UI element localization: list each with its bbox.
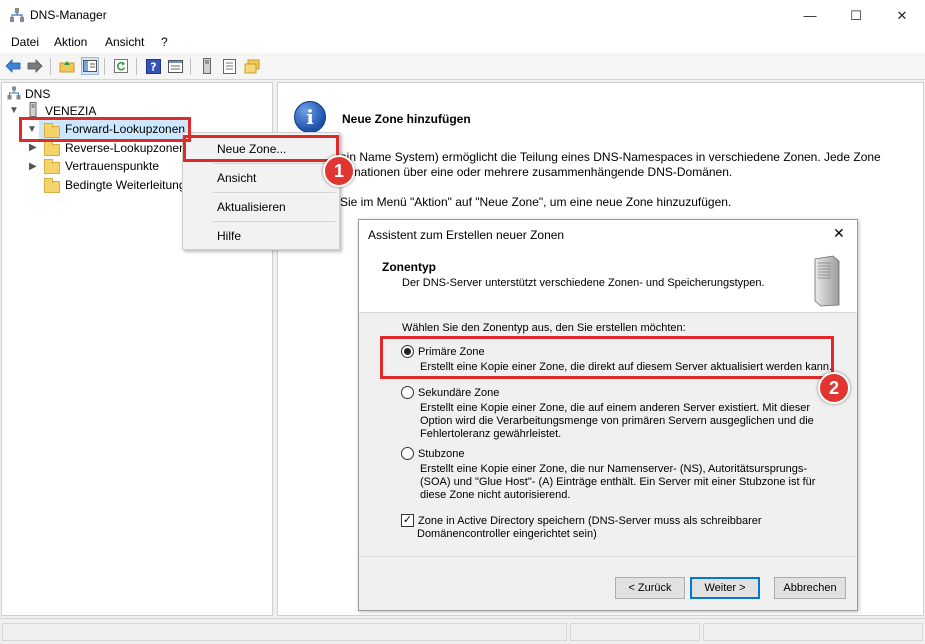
chevron-right-icon[interactable]: ▶ bbox=[29, 161, 37, 172]
description-line: (SOA) und "Glue Host"- (A) Einträge enth… bbox=[420, 476, 816, 488]
info-text-line-2: ormationen über eine oder mehrere zusamm… bbox=[340, 165, 733, 179]
next-button[interactable]: Weiter > bbox=[690, 577, 760, 599]
dns-manager-icon bbox=[10, 8, 24, 22]
svg-text:?: ? bbox=[150, 60, 156, 73]
chevron-right-icon[interactable]: ▶ bbox=[29, 142, 37, 153]
maximize-button[interactable]: ☐ bbox=[833, 0, 879, 31]
wizard-title-bar: Assistent zum Erstellen neuer Zonen ✕ bbox=[359, 220, 857, 249]
checkbox-active-directory[interactable]: ✓ Zone in Active Directory speichern (DN… bbox=[401, 514, 762, 527]
tree-item-vertrauenspunkte[interactable]: Vertrauenspunkte bbox=[65, 159, 159, 173]
wizard-header-subtitle: Der DNS-Server unterstützt verschiedene … bbox=[402, 277, 765, 289]
radio-sekundaere-zone[interactable]: Sekundäre Zone bbox=[401, 386, 499, 399]
checkbox-label-line-2: Domänencontroller eingerichtet sein) bbox=[417, 528, 597, 540]
window-title: DNS-Manager bbox=[30, 8, 107, 22]
step-badge-1: 1 bbox=[323, 155, 355, 187]
status-segment bbox=[570, 623, 700, 641]
dns-root-icon bbox=[7, 86, 21, 100]
menu-item-ansicht[interactable]: Ansicht bbox=[183, 165, 339, 191]
sekundaere-zone-description: Erstellt eine Kopie einer Zone, die auf … bbox=[420, 402, 814, 441]
radio-label-sekundaere-zone: Sekundäre Zone bbox=[418, 386, 500, 399]
refresh-icon[interactable] bbox=[112, 57, 130, 75]
toolbar-separator bbox=[136, 58, 137, 75]
server-icon bbox=[29, 102, 37, 117]
description-line: Option wird die Verarbeitungsmenge von p… bbox=[420, 415, 814, 427]
menu-separator bbox=[213, 192, 335, 193]
description-line: Fehlertoleranz gewährleistet. bbox=[420, 428, 562, 440]
wizard-header: Zonentyp Der DNS-Server unterstützt vers… bbox=[359, 249, 857, 313]
wizard-header-title: Zonentyp bbox=[382, 260, 436, 274]
menu-item-hilfe[interactable]: Hilfe bbox=[183, 223, 339, 249]
folder-icon bbox=[44, 159, 60, 174]
help-icon[interactable]: ? bbox=[144, 57, 162, 75]
tree-item-server[interactable]: VENEZIA bbox=[45, 104, 96, 118]
menu-item-aktualisieren[interactable]: Aktualisieren bbox=[183, 194, 339, 220]
toolbar-separator bbox=[50, 58, 51, 75]
toolbar-separator bbox=[104, 58, 105, 75]
tree-item-reverse-lookupzonen[interactable]: Reverse-Lookupzonen bbox=[65, 141, 186, 155]
highlight-neue-zone bbox=[183, 135, 339, 162]
zone-type-prompt: Wählen Sie den Zonentyp aus, den Sie ers… bbox=[402, 322, 686, 334]
back-button[interactable]: < Zurück bbox=[615, 577, 685, 599]
info-icon: i bbox=[294, 101, 326, 133]
info-heading: Neue Zone hinzufügen bbox=[342, 112, 471, 126]
radio-unselected-icon[interactable] bbox=[401, 447, 414, 460]
wizard-title: Assistent zum Erstellen neuer Zonen bbox=[368, 228, 565, 242]
menu-separator bbox=[213, 163, 335, 164]
status-segment bbox=[2, 623, 567, 641]
radio-stubzone[interactable]: Stubzone bbox=[401, 447, 464, 460]
menu-ansicht[interactable]: Ansicht bbox=[105, 35, 144, 49]
stubzone-description: Erstellt eine Kopie einer Zone, die nur … bbox=[420, 463, 815, 502]
up-folder-icon[interactable] bbox=[58, 57, 76, 75]
menu-help[interactable]: ? bbox=[161, 35, 168, 49]
status-bar bbox=[0, 618, 925, 644]
description-line: Erstellt eine Kopie einer Zone, die auf … bbox=[420, 402, 811, 414]
radio-unselected-icon[interactable] bbox=[401, 386, 414, 399]
new-zone-wizard-dialog: Assistent zum Erstellen neuer Zonen ✕ Zo… bbox=[358, 219, 858, 611]
menu-aktion[interactable]: Aktion bbox=[54, 35, 87, 49]
server-icon[interactable] bbox=[198, 57, 216, 75]
description-line: diese Zone nicht autorisierend. bbox=[420, 489, 571, 501]
title-bar: DNS-Manager — ☐ ✕ bbox=[0, 0, 925, 31]
menu-datei[interactable]: Datei bbox=[11, 35, 39, 49]
minimize-button[interactable]: — bbox=[787, 0, 833, 31]
back-icon[interactable] bbox=[4, 57, 22, 75]
info-text-line-1: ain Name System) ermöglicht die Teilung … bbox=[340, 150, 881, 164]
close-icon: ✕ bbox=[896, 7, 908, 23]
cancel-button[interactable]: Abbrechen bbox=[774, 577, 846, 599]
wizard-footer-divider bbox=[359, 556, 857, 557]
list-icon[interactable] bbox=[220, 57, 238, 75]
wizard-close-icon[interactable]: ✕ bbox=[833, 225, 845, 242]
radio-label-stubzone: Stubzone bbox=[418, 447, 465, 460]
checkbox-checked-icon[interactable]: ✓ bbox=[401, 514, 414, 527]
toolbar: ? bbox=[0, 53, 925, 80]
folder-icon bbox=[44, 178, 60, 193]
tree-item-bedingte-weiterleitungen[interactable]: Bedingte Weiterleitungen bbox=[65, 178, 199, 192]
highlight-primaere-zone bbox=[380, 336, 834, 379]
minimize-icon: — bbox=[803, 8, 817, 23]
highlight-forward-lookupzonen bbox=[19, 117, 191, 142]
toolbar-separator bbox=[190, 58, 191, 75]
forward-icon[interactable] bbox=[26, 57, 44, 75]
folders-icon[interactable] bbox=[243, 57, 261, 75]
checkbox-label: Zone in Active Directory speichern (DNS-… bbox=[418, 514, 762, 527]
properties-icon[interactable] bbox=[166, 57, 184, 75]
status-segment bbox=[703, 623, 923, 641]
info-text-line-3: Sie im Menü "Aktion" auf "Neue Zone", um… bbox=[340, 195, 732, 209]
folder-icon bbox=[44, 141, 60, 156]
close-button[interactable]: ✕ bbox=[879, 0, 925, 31]
maximize-icon: ☐ bbox=[850, 7, 862, 23]
show-hide-tree-icon[interactable] bbox=[81, 57, 99, 75]
chevron-down-icon[interactable]: ▼ bbox=[9, 105, 19, 116]
description-line: Erstellt eine Kopie einer Zone, die nur … bbox=[420, 463, 808, 475]
menu-separator bbox=[213, 221, 335, 222]
tree-root-dns[interactable]: DNS bbox=[25, 87, 50, 101]
server-tower-icon bbox=[814, 255, 840, 307]
step-badge-2: 2 bbox=[818, 372, 850, 404]
menu-bar: Datei Aktion Ansicht ? bbox=[0, 31, 925, 53]
